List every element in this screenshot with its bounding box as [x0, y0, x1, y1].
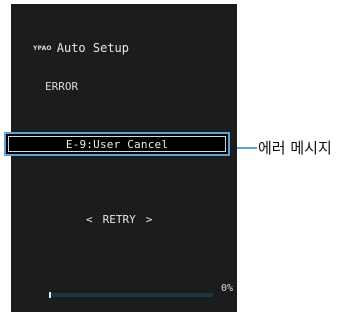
callout-label: 에러 메시지	[258, 139, 332, 157]
progress-fill	[49, 292, 51, 298]
right-arrow-icon[interactable]: >	[146, 213, 153, 226]
status-text: ERROR	[45, 80, 79, 93]
retry-label[interactable]: RETRY	[103, 213, 136, 226]
error-message-box: E-9:User Cancel	[4, 132, 230, 156]
progress-percent: 0%	[221, 283, 234, 294]
error-message: E-9:User Cancel	[8, 136, 226, 152]
screen-title: Auto Setup	[56, 41, 129, 55]
left-arrow-icon[interactable]: <	[86, 213, 93, 226]
retry-selector[interactable]: < RETRY >	[86, 213, 166, 226]
mcacc-logo-icon: YPAO	[33, 44, 52, 52]
callout-line	[237, 147, 257, 149]
osd-screen: YPAO Auto Setup ERROR < RETRY > 0%	[11, 4, 237, 312]
screen-header: YPAO Auto Setup	[33, 41, 129, 55]
progress-bar	[49, 293, 213, 297]
